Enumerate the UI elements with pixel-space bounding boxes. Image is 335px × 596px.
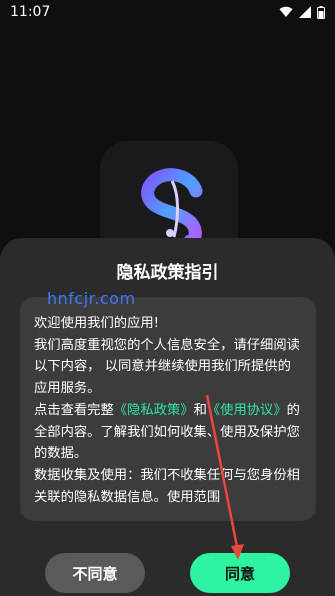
status-bar: 11:07 xyxy=(0,0,335,24)
intro-text: 我们高度重视您的个人信息安全，请仔细阅读以下内容， 以同意并继续使用我们所提供的… xyxy=(34,337,300,397)
terms-of-use-link[interactable]: 《使用协议》 xyxy=(207,403,287,418)
watermark-text: hnfcjr.com xyxy=(47,289,136,308)
and-text: 和 xyxy=(193,402,207,418)
disagree-button[interactable]: 不同意 xyxy=(45,553,145,593)
agree-button[interactable]: 同意 xyxy=(190,553,290,593)
welcome-text: 欢迎使用我们的应用! xyxy=(34,316,160,331)
signal-icon xyxy=(299,6,311,18)
privacy-content[interactable]: 欢迎使用我们的应用! 我们高度重视您的个人信息安全，请仔细阅读以下内容， 以同意… xyxy=(20,297,316,521)
dialog-title: 隐私政策指引 xyxy=(116,263,219,283)
battery-icon xyxy=(317,5,325,19)
links-paragraph: 点击查看完整《隐私政策》和《使用协议》的全部内容。了解我们如何收集、使用及保护您… xyxy=(34,400,304,465)
privacy-policy-link[interactable]: 《隐私政策》 xyxy=(114,403,194,418)
status-time: 11:07 xyxy=(10,4,51,20)
data-collection-text: 数据收集及使用：我们不收集任何与您身份相关联的隐私数据信息。使用范围 xyxy=(34,467,300,505)
status-icons xyxy=(279,5,325,19)
wifi-icon xyxy=(279,6,293,18)
links-pre-text: 点击查看完整 xyxy=(34,402,114,418)
